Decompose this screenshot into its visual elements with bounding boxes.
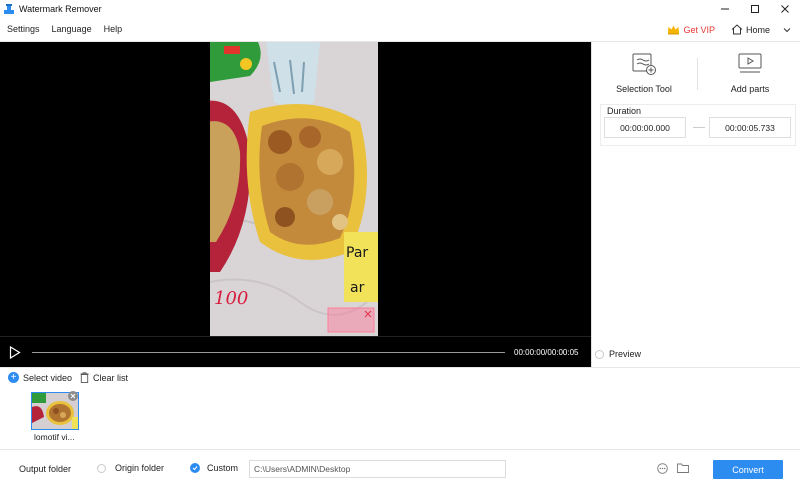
folder-icon bbox=[677, 463, 689, 473]
crown-icon bbox=[668, 25, 680, 35]
video-frame[interactable]: Par ar 100 bbox=[210, 42, 378, 336]
thumbnail-name: lomotif vi... bbox=[34, 432, 75, 442]
convert-button[interactable]: Convert bbox=[713, 460, 783, 479]
custom-folder-radio[interactable] bbox=[190, 463, 200, 473]
close-icon bbox=[70, 393, 76, 399]
minimize-button[interactable] bbox=[710, 0, 740, 17]
progress-bar[interactable] bbox=[32, 352, 505, 353]
plus-circle-icon: + bbox=[8, 372, 19, 383]
check-icon bbox=[192, 466, 198, 471]
custom-folder-label: Custom bbox=[207, 463, 239, 473]
playback-time: 00:00:00/00:00:05 bbox=[514, 348, 579, 357]
list-toolbar: + Select video Clear list bbox=[0, 367, 800, 387]
window-title: Watermark Remover bbox=[19, 3, 102, 14]
select-video-label: Select video bbox=[23, 372, 73, 383]
frame-text-100: 100 bbox=[214, 288, 248, 309]
add-parts-icon bbox=[738, 53, 762, 73]
title-bar: Watermark Remover bbox=[0, 0, 800, 17]
add-parts-label: Add parts bbox=[730, 84, 770, 94]
remove-thumbnail-button[interactable] bbox=[68, 391, 78, 401]
preview-label: Preview bbox=[609, 349, 642, 359]
menu-bar: Settings Language Help Get VIP Home bbox=[0, 17, 800, 42]
preview-radio[interactable] bbox=[595, 349, 604, 359]
home-label: Home bbox=[745, 24, 770, 35]
origin-folder-label: Origin folder bbox=[115, 463, 165, 473]
origin-folder-option[interactable]: Origin folder bbox=[97, 463, 164, 473]
menu-help[interactable]: Help bbox=[98, 24, 129, 34]
select-video-button[interactable]: + Select video bbox=[8, 372, 72, 383]
output-path-input[interactable]: C:\Users\ADMIN\Desktop bbox=[249, 460, 506, 478]
close-icon bbox=[781, 4, 789, 13]
video-player: Par ar 100 00:00:00/00:00:05 bbox=[0, 42, 591, 367]
app-logo-icon bbox=[4, 3, 14, 14]
menu-language[interactable]: Language bbox=[46, 24, 98, 34]
more-dots-icon bbox=[657, 463, 668, 474]
close-button[interactable] bbox=[770, 0, 800, 17]
origin-folder-radio[interactable] bbox=[97, 463, 106, 473]
selection-tool-icon bbox=[632, 53, 656, 75]
player-controls: 00:00:00/00:00:05 bbox=[0, 336, 591, 367]
add-parts-button[interactable]: Add parts bbox=[698, 42, 800, 102]
duration-dash bbox=[693, 127, 705, 128]
maximize-button[interactable] bbox=[740, 0, 770, 17]
frame-text-par: Par bbox=[346, 245, 368, 261]
maximize-icon bbox=[751, 4, 759, 13]
right-panel: Selection Tool Add parts Duration 00:00:… bbox=[591, 42, 800, 367]
frame-text-ar: ar bbox=[350, 280, 365, 296]
custom-folder-option[interactable]: Custom bbox=[190, 463, 238, 473]
play-icon bbox=[9, 345, 21, 360]
preview-option[interactable]: Preview bbox=[595, 349, 641, 359]
chevron-down-icon bbox=[783, 27, 791, 32]
duration-title: Duration bbox=[607, 106, 642, 116]
home-button[interactable]: Home bbox=[731, 24, 770, 35]
selection-tool-button[interactable]: Selection Tool bbox=[592, 42, 696, 102]
play-button[interactable] bbox=[9, 345, 21, 361]
minimize-icon bbox=[721, 8, 729, 9]
bottom-bar: Output folder Origin folder Custom C:\Us… bbox=[0, 449, 800, 482]
more-button[interactable] bbox=[657, 463, 668, 476]
get-vip-button[interactable]: Get VIP bbox=[667, 24, 715, 35]
clear-list-label: Clear list bbox=[93, 372, 129, 383]
menu-settings[interactable]: Settings bbox=[0, 24, 46, 34]
video-frame-image: Par ar 100 bbox=[210, 42, 378, 336]
home-icon bbox=[731, 24, 743, 35]
duration-start-field[interactable]: 00:00:00.000 bbox=[604, 117, 686, 138]
selection-tool-label: Selection Tool bbox=[616, 84, 672, 94]
more-options-button[interactable] bbox=[782, 25, 792, 35]
duration-end-field[interactable]: 00:00:05.733 bbox=[709, 117, 791, 138]
open-folder-button[interactable] bbox=[677, 463, 689, 475]
trash-icon bbox=[80, 372, 89, 383]
clear-list-button[interactable]: Clear list bbox=[80, 372, 128, 383]
get-vip-label: Get VIP bbox=[683, 24, 715, 35]
output-folder-label: Output folder bbox=[19, 464, 72, 474]
